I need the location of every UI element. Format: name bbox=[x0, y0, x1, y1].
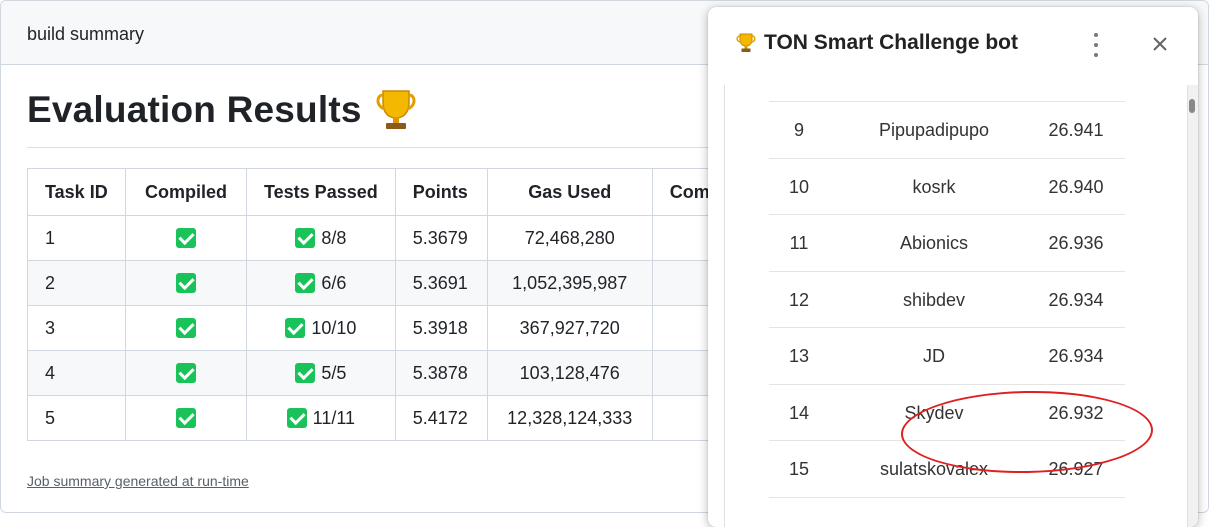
column-header: Points bbox=[395, 169, 487, 216]
check-icon bbox=[176, 408, 196, 428]
rank-cell: 13 bbox=[769, 346, 829, 367]
points-cell: 5.3679 bbox=[395, 216, 487, 261]
table-header-row: Task ID Compiled Tests Passed Points Gas… bbox=[28, 169, 773, 216]
check-icon bbox=[295, 228, 315, 248]
column-header: Gas Used bbox=[487, 169, 652, 216]
evaluation-title: Evaluation Results bbox=[27, 87, 418, 133]
tests-passed-value: 6/6 bbox=[321, 273, 346, 293]
name-cell: Pipupadipupo bbox=[861, 120, 1007, 141]
task-id-cell: 1 bbox=[28, 216, 126, 261]
table-row: 1 8/8 5.3679 72,468,280 bbox=[28, 216, 773, 261]
gas-cell: 367,927,720 bbox=[487, 306, 652, 351]
tests-passed-value: 11/11 bbox=[313, 408, 355, 428]
kebab-dot bbox=[1094, 53, 1098, 57]
compiled-cell bbox=[126, 216, 247, 261]
gas-cell: 1,052,395,987 bbox=[487, 261, 652, 306]
leaderboard-row: 9 Pipupadipupo 26.941 bbox=[769, 101, 1125, 158]
points-cell: 5.3918 bbox=[395, 306, 487, 351]
table-row: 2 6/6 5.3691 1,052,395,987 bbox=[28, 261, 773, 306]
evaluation-results-table: Task ID Compiled Tests Passed Points Gas… bbox=[27, 168, 773, 441]
task-id-cell: 5 bbox=[28, 396, 126, 441]
tests-cell: 5/5 bbox=[247, 351, 396, 396]
name-cell: shibdev bbox=[861, 290, 1007, 311]
check-icon bbox=[176, 318, 196, 338]
gas-cell: 72,468,280 bbox=[487, 216, 652, 261]
tests-passed-value: 8/8 bbox=[321, 228, 346, 248]
column-header: Task ID bbox=[28, 169, 126, 216]
leaderboard-row: 11 Abionics 26.936 bbox=[769, 214, 1125, 271]
score-cell: 26.934 bbox=[1031, 346, 1121, 367]
compiled-cell bbox=[126, 306, 247, 351]
table-row: 5 11/11 5.4172 12,328,124,333 bbox=[28, 396, 773, 441]
check-icon bbox=[176, 273, 196, 293]
task-id-cell: 4 bbox=[28, 351, 126, 396]
trophy-icon bbox=[374, 87, 418, 133]
rank-cell: 9 bbox=[769, 120, 829, 141]
scrollbar[interactable] bbox=[1188, 85, 1198, 527]
bot-popup: TON Smart Challenge bot 9 Pipupadipupo 2… bbox=[708, 7, 1198, 527]
compiled-cell bbox=[126, 396, 247, 441]
name-cell: kosrk bbox=[861, 177, 1007, 198]
rank-cell: 14 bbox=[769, 403, 829, 424]
check-icon bbox=[176, 228, 196, 248]
tests-passed-value: 5/5 bbox=[321, 363, 346, 383]
popup-header: TON Smart Challenge bot bbox=[708, 7, 1198, 85]
score-cell: 26.936 bbox=[1031, 233, 1121, 254]
tests-passed-value: 10/10 bbox=[311, 318, 356, 338]
leaderboard-row bbox=[769, 497, 1125, 527]
table-row: 3 10/10 5.3918 367,927,720 bbox=[28, 306, 773, 351]
kebab-dot bbox=[1094, 43, 1098, 47]
check-icon bbox=[285, 318, 305, 338]
column-header: Tests Passed bbox=[247, 169, 396, 216]
rank-cell: 12 bbox=[769, 290, 829, 311]
column-header: Compiled bbox=[126, 169, 247, 216]
leaderboard-frame: 9 Pipupadipupo 26.941 10 kosrk 26.940 11… bbox=[724, 85, 1188, 527]
rank-cell: 10 bbox=[769, 177, 829, 198]
rank-cell: 15 bbox=[769, 459, 829, 480]
tests-cell: 10/10 bbox=[247, 306, 396, 351]
leaderboard-row: 12 shibdev 26.934 bbox=[769, 271, 1125, 328]
scrollbar-thumb[interactable] bbox=[1189, 99, 1195, 113]
gas-cell: 103,128,476 bbox=[487, 351, 652, 396]
name-cell: Abionics bbox=[861, 233, 1007, 254]
tests-cell: 6/6 bbox=[247, 261, 396, 306]
score-cell: 26.934 bbox=[1031, 290, 1121, 311]
check-icon bbox=[295, 363, 315, 383]
check-icon bbox=[295, 273, 315, 293]
compiled-cell bbox=[126, 261, 247, 306]
compiled-cell bbox=[126, 351, 247, 396]
rank-cell: 11 bbox=[769, 233, 829, 254]
task-id-cell: 2 bbox=[28, 261, 126, 306]
points-cell: 5.3691 bbox=[395, 261, 487, 306]
kebab-dot bbox=[1094, 33, 1098, 37]
points-cell: 5.4172 bbox=[395, 396, 487, 441]
trophy-icon bbox=[736, 32, 756, 54]
popup-title: TON Smart Challenge bot bbox=[736, 31, 1018, 55]
kebab-menu-icon[interactable] bbox=[1086, 33, 1106, 57]
name-cell: JD bbox=[861, 346, 1007, 367]
task-id-cell: 3 bbox=[28, 306, 126, 351]
check-icon bbox=[287, 408, 307, 428]
evaluation-title-text: Evaluation Results bbox=[27, 89, 362, 131]
close-icon[interactable] bbox=[1149, 33, 1171, 55]
leaderboard-row: 10 kosrk 26.940 bbox=[769, 158, 1125, 215]
leaderboard-row-highlighted: 13 JD 26.934 bbox=[769, 327, 1125, 384]
tests-cell: 8/8 bbox=[247, 216, 396, 261]
check-icon bbox=[176, 363, 196, 383]
gas-cell: 12,328,124,333 bbox=[487, 396, 652, 441]
tests-cell: 11/11 bbox=[247, 396, 396, 441]
job-summary-link[interactable]: Job summary generated at run-time bbox=[27, 473, 249, 489]
popup-title-text: TON Smart Challenge bot bbox=[764, 31, 1018, 55]
table-row: 4 5/5 5.3878 103,128,476 bbox=[28, 351, 773, 396]
score-cell: 26.941 bbox=[1031, 120, 1121, 141]
points-cell: 5.3878 bbox=[395, 351, 487, 396]
score-cell: 26.940 bbox=[1031, 177, 1121, 198]
